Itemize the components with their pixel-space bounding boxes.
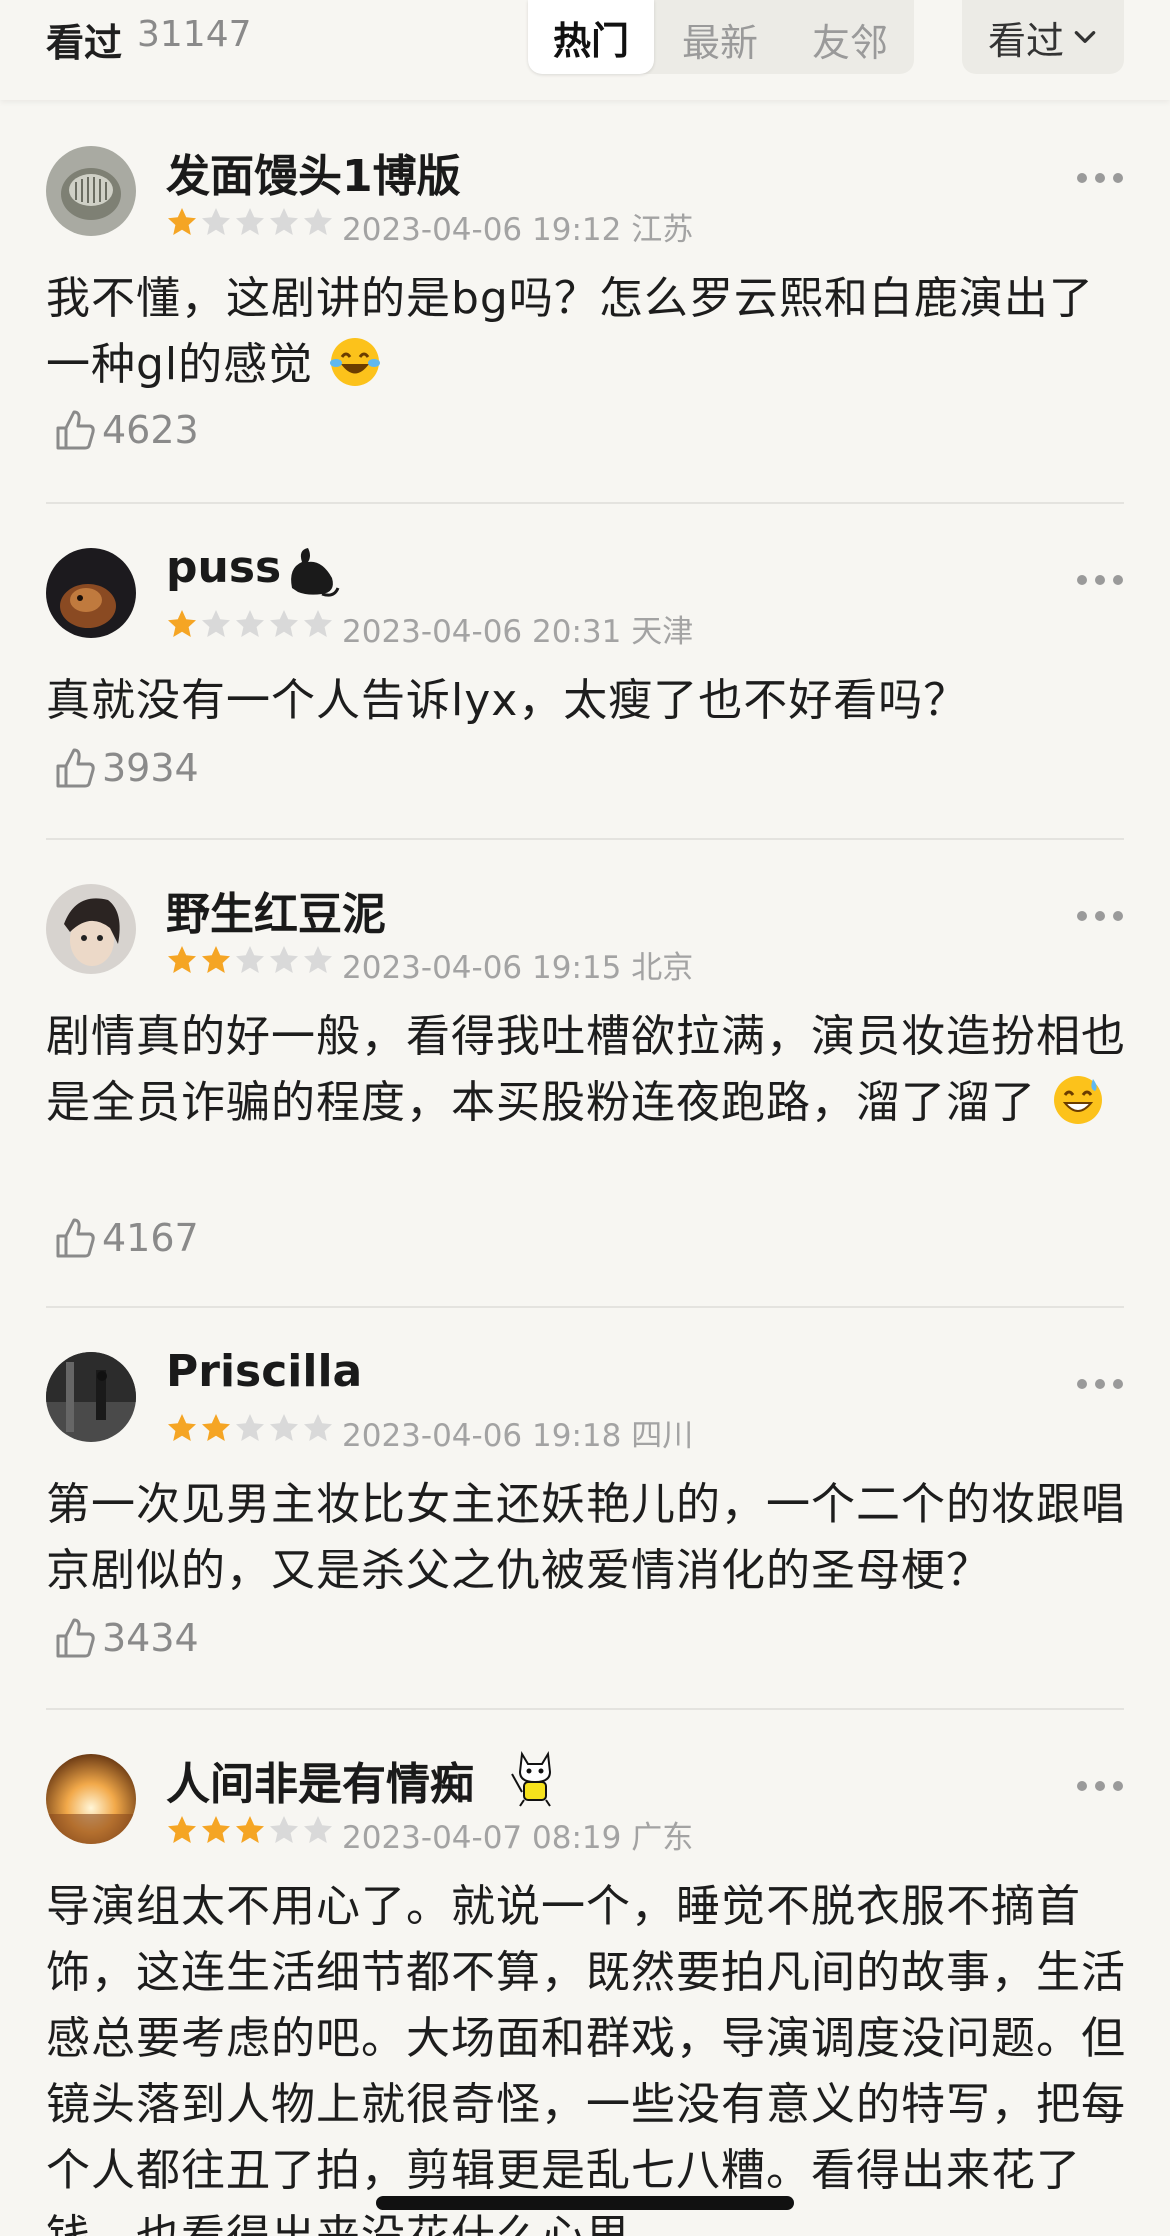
laughing-tears-emoji [330, 338, 381, 386]
more-options-icon[interactable] [1076, 1780, 1124, 1792]
star-empty-icon [270, 1816, 298, 1843]
comment-date: 2023-04-06 20:31 [342, 614, 622, 650]
star-filled-icon [168, 1414, 196, 1441]
comment-text: 我不懂，这剧讲的是bg吗？怎么罗云熙和白鹿演出了一种gl的感觉 [46, 266, 1126, 398]
comment-location: 四川 [631, 1418, 694, 1454]
divider [46, 1306, 1124, 1308]
comment-date: 2023-04-07 08:19 [342, 1820, 622, 1856]
star-empty-icon [270, 1414, 298, 1441]
header-bar: 看过 31147 热门 最新 友邻 看过 [0, 0, 1170, 100]
star-rating [166, 1412, 334, 1444]
comments-page: 看过 31147 热门 最新 友邻 看过 发面馒头1博版 2023-04-06 … [0, 0, 1170, 2236]
star-rating [166, 608, 334, 640]
star-empty-icon [270, 610, 298, 637]
star-empty-icon [270, 946, 298, 973]
more-options-icon[interactable] [1076, 172, 1124, 184]
comment-location: 北京 [631, 950, 694, 986]
comment-body: 我不懂，这剧讲的是bg吗？怎么罗云熙和白鹿演出了一种gl的感觉 [46, 273, 1094, 390]
comment-meta: 2023-04-06 20:31 天津 [342, 606, 693, 651]
username[interactable]: Priscilla [166, 1346, 362, 1397]
thumbs-up-icon [56, 748, 95, 788]
rooster-badge-icon [291, 548, 340, 597]
avatar[interactable] [46, 548, 136, 638]
cat-badge-icon [511, 1750, 552, 1807]
username[interactable]: 野生红豆泥 [166, 878, 386, 942]
comment-location: 天津 [631, 614, 694, 650]
star-empty-icon [270, 208, 298, 235]
tab-friends[interactable]: 友邻 [812, 12, 888, 67]
star-rating [166, 1814, 334, 1846]
thumbs-up-icon [56, 1218, 95, 1258]
star-filled-icon [168, 208, 196, 235]
star-empty-icon [202, 208, 230, 235]
username[interactable]: puss [166, 542, 281, 593]
username[interactable]: 发面馒头1博版 [166, 140, 461, 204]
like-count: 3934 [102, 746, 199, 790]
thumbs-up-icon [56, 410, 95, 450]
star-empty-icon [236, 946, 264, 973]
avatar[interactable] [46, 146, 136, 236]
watched-label: 看过 [46, 21, 123, 65]
like-button[interactable]: 3934 [50, 744, 199, 792]
watched-count: 31147 [137, 14, 252, 55]
like-count: 4623 [102, 408, 199, 452]
comment-date: 2023-04-06 19:12 [342, 212, 622, 248]
star-empty-icon [202, 610, 230, 637]
star-filled-icon [202, 1816, 230, 1843]
more-options-icon[interactable] [1076, 910, 1124, 922]
comment-text: 第一次见男主妆比女主还妖艳儿的，一个二个的妆跟唱京剧似的，又是杀父之仇被爱情消化… [46, 1479, 1126, 1596]
comment-text: 剧情真的好一般，看得我吐槽欲拉满，演员妆造扮相也是全员诈骗的程度，本买股粉连夜跑… [46, 1004, 1126, 1136]
star-rating [166, 944, 334, 976]
star-empty-icon [304, 1414, 332, 1441]
star-rating [166, 206, 334, 238]
comment-meta: 2023-04-06 19:18 四川 [342, 1410, 693, 1455]
divider [46, 838, 1124, 840]
star-filled-icon [202, 946, 230, 973]
star-empty-icon [304, 208, 332, 235]
sort-tabs: 热门 最新 友邻 [528, 0, 914, 74]
avatar[interactable] [46, 884, 136, 974]
comment-location: 江苏 [631, 212, 694, 248]
comment-meta: 2023-04-06 19:15 北京 [342, 942, 693, 987]
avatar[interactable] [46, 1754, 136, 1844]
home-indicator[interactable] [376, 2196, 794, 2210]
comment-location: 广东 [631, 1820, 694, 1856]
star-filled-icon [168, 946, 196, 973]
star-filled-icon [168, 610, 196, 637]
divider [46, 1708, 1124, 1710]
more-options-icon[interactable] [1076, 574, 1124, 586]
tab-hot[interactable]: 热门 [528, 0, 654, 74]
comment-date: 2023-04-06 19:15 [342, 950, 622, 986]
filter-label: 看过 [987, 18, 1064, 63]
comment-body: 剧情真的好一般，看得我吐槽欲拉满，演员妆造扮相也是全员诈骗的程度，本买股粉连夜跑… [46, 1011, 1126, 1128]
like-count: 4167 [102, 1216, 199, 1260]
username[interactable]: 人间非是有情痴 [166, 1748, 474, 1812]
tab-latest[interactable]: 最新 [682, 12, 758, 67]
like-button[interactable]: 4623 [50, 406, 199, 454]
star-empty-icon [236, 610, 264, 637]
like-count: 3434 [102, 1616, 199, 1660]
star-empty-icon [304, 610, 332, 637]
like-button[interactable]: 4167 [50, 1214, 199, 1262]
star-filled-icon [236, 1816, 264, 1843]
like-button[interactable]: 3434 [50, 1614, 199, 1662]
comment-text: 真就没有一个人告诉lyx，太瘦了也不好看吗？ [46, 675, 969, 726]
thumbs-up-icon [56, 1618, 95, 1658]
sweat-smile-emoji [1054, 1076, 1102, 1124]
star-filled-icon [168, 1816, 196, 1843]
divider [46, 502, 1124, 504]
star-empty-icon [304, 1816, 332, 1843]
star-empty-icon [304, 946, 332, 973]
comment-date: 2023-04-06 19:18 [342, 1418, 622, 1454]
star-empty-icon [236, 208, 264, 235]
avatar[interactable] [46, 1352, 136, 1442]
more-options-icon[interactable] [1076, 1378, 1124, 1390]
star-empty-icon [236, 1414, 264, 1441]
chevron-down-icon [1074, 31, 1096, 43]
comment-text: 导演组太不用心了。就说一个，睡觉不脱衣服不摘首饰，这连生活细节都不算，既然要拍凡… [46, 1881, 1126, 2236]
star-filled-icon [202, 1414, 230, 1441]
filter-dropdown[interactable]: 看过 [962, 0, 1124, 74]
comment-meta: 2023-04-07 08:19 广东 [342, 1812, 693, 1857]
comment-meta: 2023-04-06 19:12 江苏 [342, 204, 693, 249]
